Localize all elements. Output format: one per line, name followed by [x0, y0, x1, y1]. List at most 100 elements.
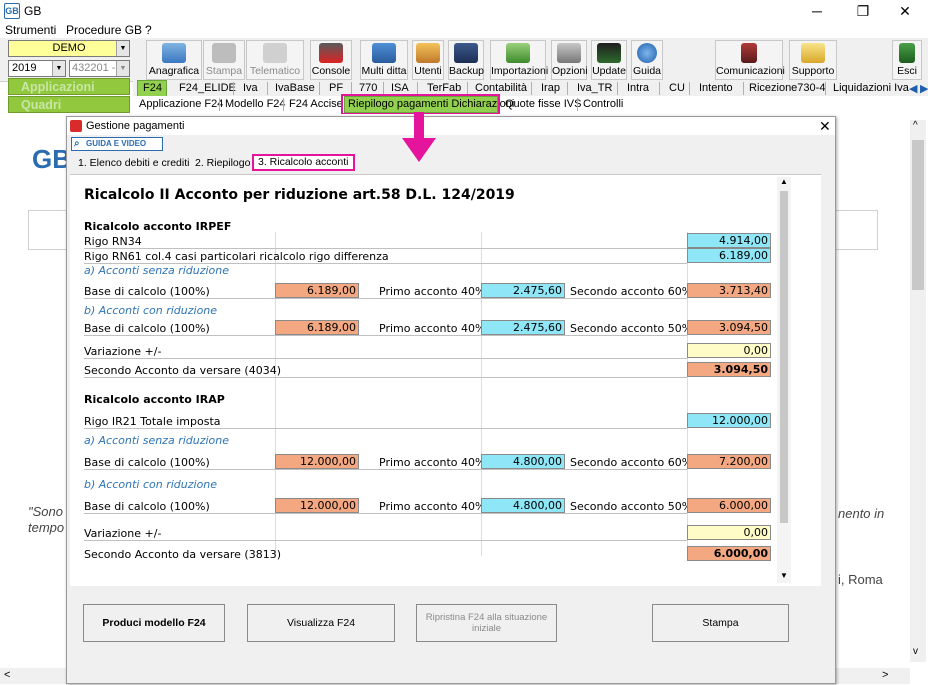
visualizza-f24-button[interactable]: Visualizza F24	[247, 604, 395, 642]
guida-video-label: GUIDA E VIDEO	[86, 139, 147, 148]
irpef-tot-field[interactable]: 3.094,50	[687, 362, 771, 377]
comunicazioni-button[interactable]: Comunicazioni	[715, 40, 785, 80]
company-select[interactable]: DEMO ▼	[8, 40, 130, 57]
guida-button[interactable]: Guida	[631, 40, 663, 80]
irap-tot-field[interactable]: 6.000,00	[687, 546, 771, 561]
irap-var-field[interactable]: 0,00	[687, 525, 771, 540]
tab-ricezione730[interactable]: Ricezione730-4	[749, 82, 825, 94]
code-select[interactable]: 432201 - ▼	[69, 60, 130, 77]
chevron-down-icon[interactable]: ▼	[52, 61, 65, 76]
main-scrollbar[interactable]: ^ v	[910, 120, 926, 662]
opzioni-button[interactable]: Opzioni	[551, 40, 588, 80]
tab-pf[interactable]: PF	[329, 82, 343, 94]
tab-applicazione-f24[interactable]: Applicazione F24	[139, 98, 223, 110]
telematico-button[interactable]: Telematico	[246, 40, 304, 80]
tab-irap[interactable]: Irap	[541, 82, 560, 94]
toolbar: DEMO ▼ 2019 ▼ 432201 - ▼ Anagrafica Stam…	[0, 38, 928, 82]
scroll-up-icon[interactable]: ^	[913, 120, 918, 131]
minimize-icon[interactable]: ─	[794, 0, 840, 22]
company-value: DEMO	[52, 42, 86, 54]
tab-elenco-debiti[interactable]: 1. Elenco debiti e crediti	[78, 157, 189, 169]
tab-terfab[interactable]: TerFab	[427, 82, 461, 94]
scroll-right-arrow-icon[interactable]: >	[882, 669, 888, 681]
irpef-b-base-field[interactable]: 6.189,00	[275, 320, 359, 335]
tab-iva[interactable]: Iva	[243, 82, 258, 94]
supporto-label: Supporto	[791, 65, 835, 77]
backup-button[interactable]: Backup	[448, 40, 484, 80]
scroll-left-arrow-icon[interactable]: <	[4, 669, 10, 681]
tab-controlli[interactable]: Controlli	[583, 98, 623, 110]
update-icon	[597, 43, 621, 63]
tab-f24-elide[interactable]: F24_ELIDE	[179, 82, 236, 94]
update-button[interactable]: Update	[591, 40, 627, 80]
scroll-left-icon[interactable]: ◀	[909, 82, 917, 95]
tab-quote-fisse-ivs[interactable]: Quote fisse IVS	[505, 98, 581, 110]
irap-a-secondo-label: Secondo acconto 60%	[570, 456, 693, 469]
rn61-field[interactable]: 6.189,00	[687, 248, 771, 263]
panel-scroll-up-icon[interactable]: ▲	[780, 177, 788, 186]
dialog-close-icon[interactable]: ✕	[819, 118, 831, 135]
year-select[interactable]: 2019 ▼	[8, 60, 66, 77]
tab-cu[interactable]: CU	[669, 82, 685, 94]
panel-scrollbar[interactable]: ▲ ▼	[777, 177, 791, 583]
rn61-label: Rigo RN61 col.4 casi particolari ricalco…	[84, 250, 389, 263]
irpef-a-secondo-field[interactable]: 3.713,40	[687, 283, 771, 298]
tab-iva-tr[interactable]: Iva_TR	[577, 82, 612, 94]
restore-icon[interactable]: ❐	[840, 0, 886, 22]
close-icon[interactable]: ✕	[882, 0, 928, 22]
irap-a-base-field[interactable]: 12.000,00	[275, 454, 359, 469]
irpef-b-secondo-field[interactable]: 3.094,50	[687, 320, 771, 335]
chevron-down-icon[interactable]: ▼	[116, 41, 129, 56]
guida-video-button[interactable]: ⌕ GUIDA E VIDEO	[71, 137, 163, 151]
irpef-a-base-field[interactable]: 6.189,00	[275, 283, 359, 298]
multi-ditta-button[interactable]: Multi ditta	[360, 40, 408, 80]
irpef-var-field[interactable]: 0,00	[687, 343, 771, 358]
tab-ivabase[interactable]: IvaBase	[275, 82, 315, 94]
produci-f24-button[interactable]: Produci modello F24	[83, 604, 225, 642]
tab-riepilogo[interactable]: 2. Riepilogo	[195, 157, 250, 169]
chevron-down-icon[interactable]: ▼	[116, 61, 129, 76]
menu-strumenti[interactable]: Strumenti	[5, 23, 56, 37]
irap-a-primo-field[interactable]: 4.800,00	[481, 454, 565, 469]
tab-ricalcolo-acconti[interactable]: 3. Ricalcolo acconti	[252, 154, 355, 171]
stampa-button-dialog[interactable]: Stampa	[652, 604, 789, 642]
window-title: GB	[24, 4, 42, 18]
panel-scrollbar-thumb[interactable]	[780, 191, 788, 523]
console-button[interactable]: Console	[310, 40, 352, 80]
tab-f24-accise[interactable]: F24 Accise	[289, 98, 343, 110]
tab-liquidazioni-iva[interactable]: Liquidazioni Iva	[833, 82, 909, 94]
tab-modello-f24[interactable]: Modello F24	[225, 98, 286, 110]
dialog-title: Gestione pagamenti	[86, 120, 185, 132]
menu-procedure-gb[interactable]: Procedure GB	[66, 23, 142, 37]
anagrafica-button[interactable]: Anagrafica	[146, 40, 202, 80]
quadri-pane[interactable]: Quadri	[8, 96, 130, 113]
ripristina-f24-button[interactable]: Ripristina F24 alla situazione iniziale	[416, 604, 557, 642]
irpef-b-primo-field[interactable]: 2.475,60	[481, 320, 565, 335]
tab-intra[interactable]: Intra	[627, 82, 649, 94]
irap-a-secondo-field[interactable]: 7.200,00	[687, 454, 771, 469]
rn34-field[interactable]: 4.914,00	[687, 233, 771, 248]
irap-b-base-field[interactable]: 12.000,00	[275, 498, 359, 513]
irap-b-primo-field[interactable]: 4.800,00	[481, 498, 565, 513]
rn34-label: Rigo RN34	[84, 235, 142, 248]
applicazioni-pane[interactable]: Applicazioni	[8, 78, 130, 95]
tab-f24[interactable]: F24	[143, 82, 162, 94]
tab-770[interactable]: 770	[359, 82, 377, 94]
tab-intento[interactable]: Intento	[699, 82, 733, 94]
tab-isa[interactable]: ISA	[391, 82, 409, 94]
tab-contabilita[interactable]: Contabilità	[475, 82, 527, 94]
importazioni-button[interactable]: Importazioni	[490, 40, 548, 80]
scroll-down-icon[interactable]: v	[913, 646, 918, 657]
irap-b-secondo-field[interactable]: 6.000,00	[687, 498, 771, 513]
menu-help[interactable]: ?	[145, 23, 152, 37]
irpef-a-primo-field[interactable]: 2.475,60	[481, 283, 565, 298]
ir21-field[interactable]: 12.000,00	[687, 413, 771, 428]
panel-scroll-down-icon[interactable]: ▼	[780, 571, 788, 580]
main-scrollbar-thumb[interactable]	[912, 140, 924, 290]
supporto-button[interactable]: Supporto	[789, 40, 837, 80]
scroll-right-icon[interactable]: ▶	[920, 82, 928, 95]
stampa-button[interactable]: Stampa	[203, 40, 245, 80]
esci-button[interactable]: Esci	[892, 40, 922, 80]
users-icon	[416, 43, 440, 63]
utenti-button[interactable]: Utenti	[412, 40, 444, 80]
